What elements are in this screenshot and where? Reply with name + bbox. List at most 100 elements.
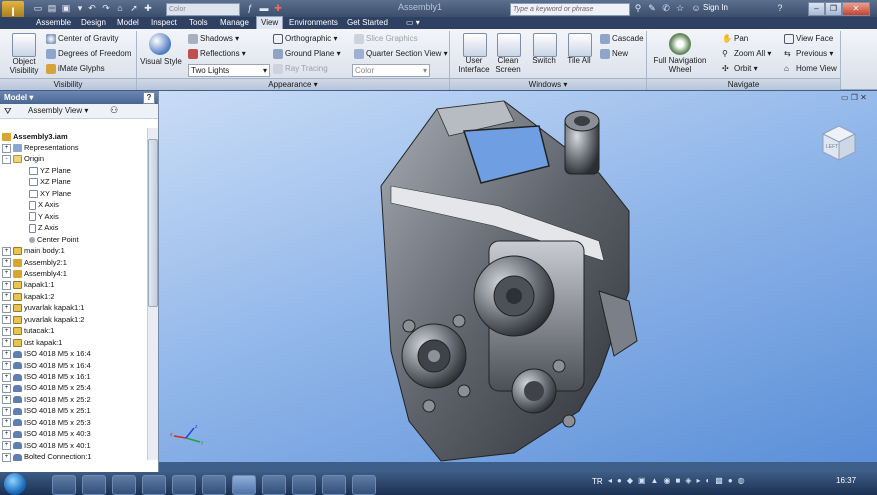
center-of-gravity-button[interactable]: Center of Gravity — [46, 34, 118, 44]
tree-item[interactable]: + ISO 4018 M5 x 16:4 — [2, 348, 146, 359]
tree-item[interactable]: + Assembly4:1 — [2, 268, 146, 279]
slice-graphics-button[interactable]: Slice Graphics — [354, 34, 418, 44]
color-override-combo[interactable]: Color — [166, 3, 240, 16]
tree-item[interactable]: + ISO 4018 M5 x 25:2 — [2, 394, 146, 405]
expand-toggle-icon[interactable]: + — [2, 441, 11, 451]
taskbar-app-icon[interactable] — [292, 475, 316, 495]
new-window-button[interactable]: New — [600, 49, 628, 59]
tree-item[interactable]: Z Axis — [2, 222, 164, 233]
tab-tools[interactable]: Tools — [185, 17, 212, 29]
appearance-color-combo[interactable]: Color ▾ — [352, 64, 430, 77]
clock[interactable]: 16:37 — [836, 476, 856, 485]
browser-help-icon[interactable]: ? — [143, 92, 155, 104]
tree-item[interactable]: XZ Plane — [2, 176, 164, 187]
imate-glyphs-button[interactable]: iMate Glyphs — [46, 64, 105, 74]
tree-item[interactable]: + ISO 4018 M5 x 25:3 — [2, 417, 146, 428]
tree-item[interactable]: - Origin — [2, 153, 146, 164]
ground-plane-button[interactable]: Ground Plane ▾ — [273, 49, 341, 59]
tree-item[interactable]: XY Plane — [2, 188, 164, 199]
binoculars-icon[interactable]: ⚲ — [632, 2, 644, 14]
expand-toggle-icon[interactable]: + — [2, 418, 11, 428]
tree-item[interactable]: + Bolted Connection:1 — [2, 451, 146, 462]
tree-item[interactable]: + Assembly2:1 — [2, 257, 146, 268]
subscription-icon[interactable]: ✎ — [646, 2, 658, 14]
find-binoculars-icon[interactable]: ⚇ — [110, 105, 118, 116]
tab-environments[interactable]: Environments — [285, 17, 342, 29]
switch-button[interactable]: Switch — [526, 56, 562, 65]
home-icon[interactable]: ⌂ — [114, 2, 126, 14]
tree-item[interactable]: + Representations — [2, 142, 146, 153]
expand-toggle-icon[interactable]: + — [2, 269, 11, 279]
tab-model[interactable]: Model — [113, 17, 143, 29]
taskbar-ie-icon[interactable] — [52, 475, 76, 495]
tree-item[interactable]: + kapak1:1 — [2, 279, 146, 290]
expand-toggle-icon[interactable]: + — [2, 361, 11, 371]
taskbar-inventor-icon[interactable] — [232, 475, 256, 495]
taskbar-app-icon[interactable] — [202, 475, 226, 495]
taskbar-app-icon[interactable] — [352, 475, 376, 495]
appearance-panel-label[interactable]: Appearance ▾ — [137, 78, 449, 90]
expand-toggle-icon[interactable]: + — [2, 326, 11, 336]
orthographic-button[interactable]: Orthographic ▾ — [273, 34, 338, 44]
browser-scrollbar-thumb[interactable] — [148, 139, 158, 307]
taskbar-app-icon[interactable] — [262, 475, 286, 495]
tree-item[interactable]: Y Axis — [2, 211, 164, 222]
orbit-button[interactable]: ✣ Orbit ▾ — [722, 64, 758, 74]
favorites-star-icon[interactable]: ☆ — [674, 2, 686, 14]
expand-toggle-icon[interactable]: + — [2, 280, 11, 290]
pan-button[interactable]: ✋ Pan — [722, 34, 748, 44]
expand-toggle-icon[interactable]: + — [2, 143, 11, 153]
expand-toggle-icon[interactable]: + — [2, 338, 11, 348]
clean-screen-button[interactable]: Clean Screen — [490, 56, 526, 74]
browser-header[interactable]: Model ▾? — [0, 91, 158, 104]
user-interface-button[interactable]: User Interface — [454, 56, 494, 74]
dropdown-icon[interactable]: ▾ — [74, 2, 86, 14]
expand-toggle-icon[interactable]: + — [2, 315, 11, 325]
tab-design[interactable]: Design — [77, 17, 110, 29]
zoom-all-button[interactable]: ⚲ Zoom All ▾ — [722, 49, 771, 59]
expand-toggle-icon[interactable]: + — [2, 258, 11, 268]
tree-item[interactable]: + yuvarlak kapak1:2 — [2, 314, 146, 325]
expand-toggle-icon[interactable]: + — [2, 429, 11, 439]
expand-toggle-icon[interactable]: + — [2, 292, 11, 302]
assembly-view-dropdown[interactable]: Assembly View ▾ — [28, 106, 88, 116]
home-view-button[interactable]: ⌂ Home View — [784, 64, 837, 74]
tab-view[interactable]: View — [256, 16, 284, 29]
tree-item[interactable]: + üst kapak:1 — [2, 337, 146, 348]
user-icon[interactable]: ☺ — [690, 2, 702, 14]
taskbar-firefox-icon[interactable] — [112, 475, 136, 495]
tile-all-button[interactable]: Tile All — [561, 56, 597, 65]
expand-toggle-icon[interactable]: + — [2, 395, 11, 405]
expand-toggle-icon[interactable]: + — [2, 383, 11, 393]
shadows-button[interactable]: Shadows ▾ — [188, 34, 239, 44]
help-icon[interactable]: ? — [774, 2, 786, 14]
filter-icon[interactable]: ⛛ — [4, 106, 12, 117]
taskbar-explorer-icon[interactable] — [82, 475, 106, 495]
view-cube[interactable]: LEFT — [815, 120, 861, 166]
reflections-button[interactable]: Reflections ▾ — [188, 49, 246, 59]
quarter-section-view-button[interactable]: Quarter Section View ▾ — [354, 49, 448, 59]
expand-toggle-icon[interactable]: + — [2, 372, 11, 382]
tree-item[interactable]: + ISO 4018 M5 x 25:1 — [2, 405, 146, 416]
tab-inspect[interactable]: Inspect — [147, 17, 181, 29]
tree-item[interactable]: + tutacak:1 — [2, 325, 146, 336]
tree-item[interactable]: YZ Plane — [2, 165, 164, 176]
taskbar-app-icon[interactable] — [322, 475, 346, 495]
help-search-input[interactable]: Type a keyword or phrase — [510, 3, 630, 16]
visual-style-button[interactable]: Visual Style — [139, 57, 183, 66]
assembly-3d-model[interactable] — [159, 91, 877, 462]
tab-manage[interactable]: Manage — [216, 17, 253, 29]
lighting-style-combo[interactable]: Two Lights ▾ — [188, 64, 270, 77]
expand-toggle-icon[interactable]: + — [2, 452, 11, 462]
ray-tracing-button[interactable]: Ray Tracing — [273, 64, 328, 74]
taskbar-folder-icon[interactable] — [142, 475, 166, 495]
tab-assemble[interactable]: Assemble — [32, 17, 75, 29]
tree-item[interactable]: + ISO 4018 M5 x 40:3 — [2, 428, 146, 439]
tree-item[interactable]: + ISO 4018 M5 x 25:4 — [2, 382, 146, 393]
tree-item[interactable]: + yuvarlak kapak1:1 — [2, 302, 146, 313]
taskbar-app-icon[interactable] — [172, 475, 196, 495]
cascade-button[interactable]: Cascade — [600, 34, 644, 44]
video-icon[interactable]: ▭ ▾ — [402, 17, 424, 29]
new-file-icon[interactable]: ▭ — [32, 2, 44, 14]
tab-get-started[interactable]: Get Started — [343, 17, 392, 29]
